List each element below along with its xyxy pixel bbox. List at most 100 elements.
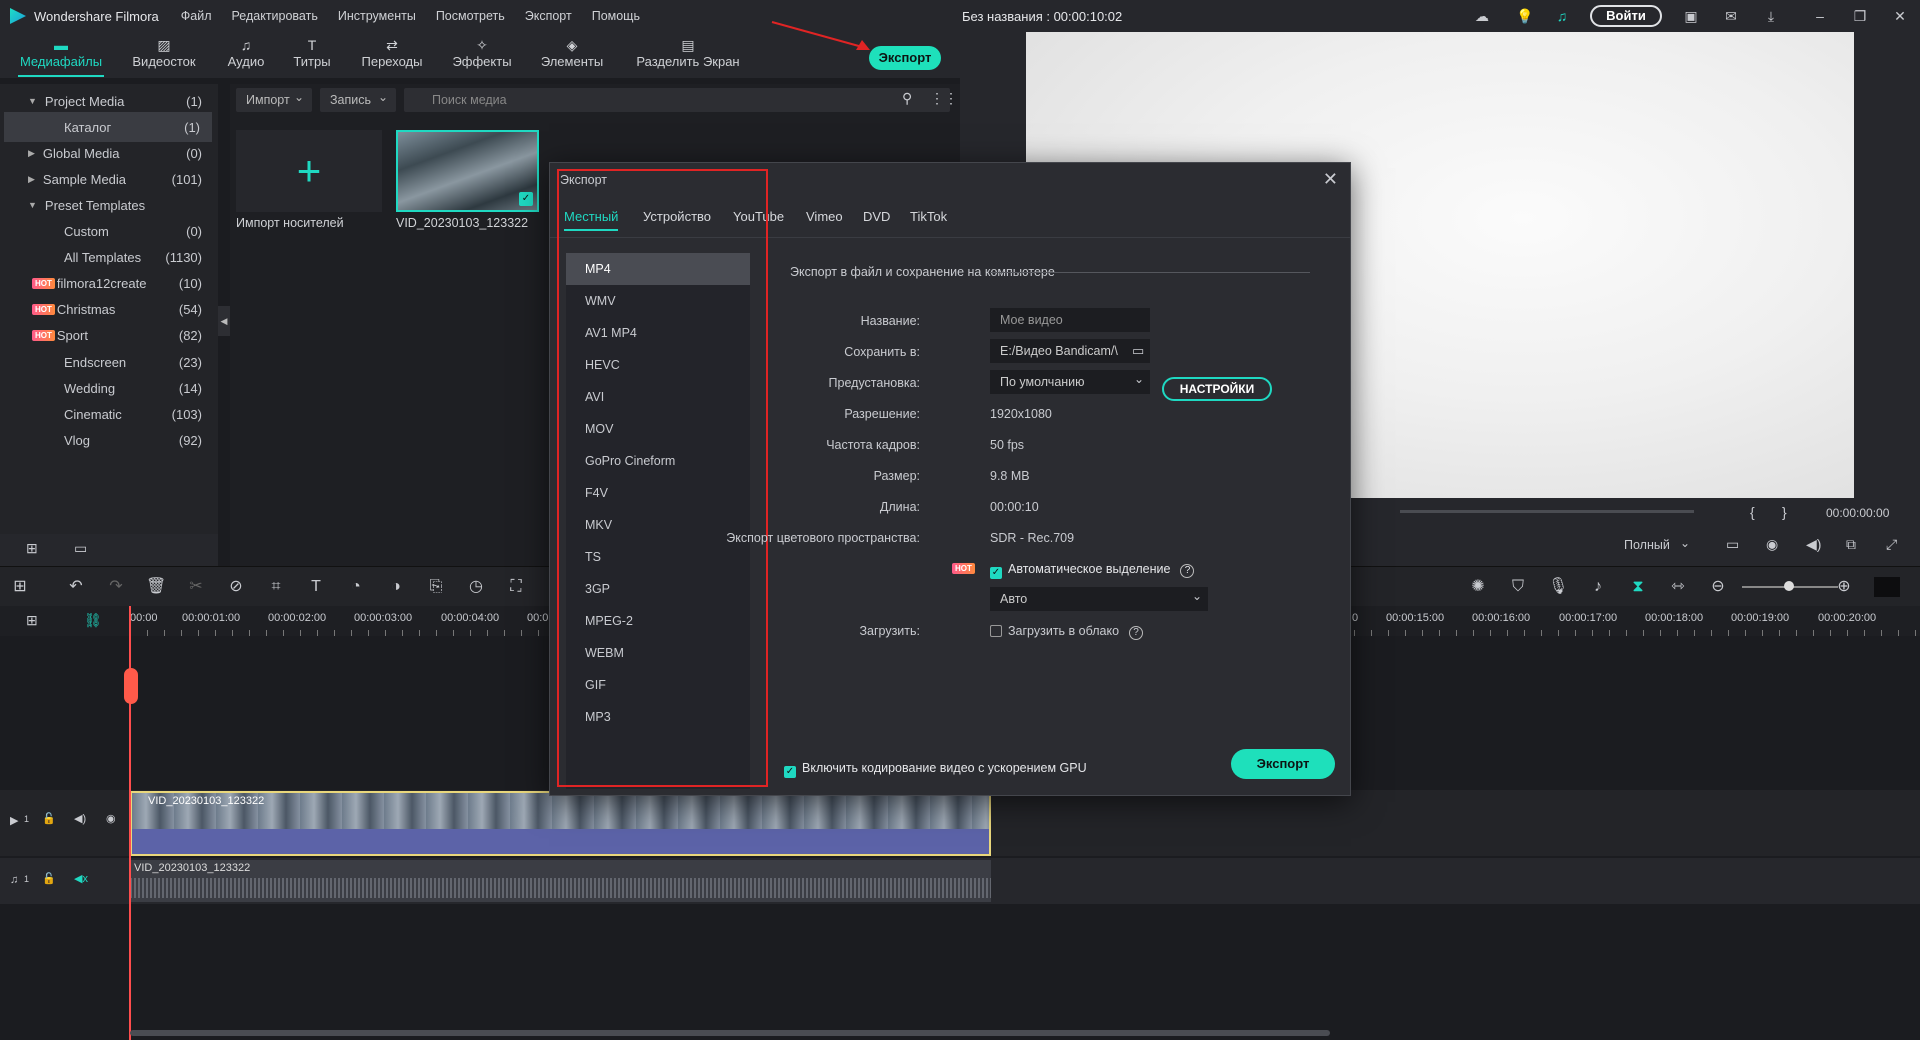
record-dropdown[interactable]: Запись xyxy=(320,85,396,112)
speed-icon[interactable]: ◔ xyxy=(346,577,366,597)
delete-icon[interactable]: 🗑 xyxy=(146,577,166,597)
filter-icon[interactable]: ⚲ xyxy=(902,90,912,107)
restore-icon[interactable]: ❐ xyxy=(1852,8,1868,24)
dialog-export-button[interactable]: Экспорт xyxy=(1231,749,1335,779)
add-track-icon[interactable]: ⊞ xyxy=(26,612,38,629)
tab-effects[interactable]: ✧ Эффекты xyxy=(452,36,512,69)
auto-dropdown[interactable]: Авто xyxy=(990,587,1208,611)
login-button[interactable]: Войти xyxy=(1590,5,1662,27)
quality-dropdown[interactable]: Полный xyxy=(1624,538,1670,552)
crop-icon[interactable]: ⌗ xyxy=(266,577,286,597)
sidebar-item[interactable]: Vlog (92) xyxy=(0,425,214,455)
folder-browse-icon[interactable]: ▭ xyxy=(1132,343,1144,359)
minimize-icon[interactable]: – xyxy=(1812,8,1828,24)
name-input[interactable]: Мое видео xyxy=(990,308,1150,332)
fit-icon[interactable]: ⛶ xyxy=(506,577,526,597)
import-dropdown[interactable]: Импорт xyxy=(236,85,312,112)
stabilize-icon[interactable]: ⎘ xyxy=(426,577,446,597)
tab-vimeo[interactable]: Vimeo xyxy=(806,209,843,224)
tag-icon[interactable]: ⊘ xyxy=(226,577,246,597)
link-icon[interactable]: ⛓ xyxy=(84,612,102,629)
search-input[interactable]: Поиск медиа xyxy=(404,88,950,112)
tab-transitions[interactable]: ⇄ Переходы xyxy=(360,36,424,69)
collapse-panel-button[interactable]: ◀ xyxy=(218,306,230,336)
mark-out-icon[interactable]: } xyxy=(1782,504,1787,520)
zoom-slider-handle[interactable] xyxy=(1784,581,1794,591)
tab-split-screen[interactable]: ▤ Разделить Экран xyxy=(636,36,740,69)
playhead-handle[interactable] xyxy=(124,668,138,704)
folder-icon[interactable]: ▭ xyxy=(74,540,87,557)
fit-timeline-icon[interactable]: ⇿ xyxy=(1668,577,1688,597)
save-icon[interactable]: ▣ xyxy=(1683,8,1699,24)
undo-icon[interactable]: ↶ xyxy=(66,577,86,597)
preview-progress-bar[interactable] xyxy=(1400,510,1694,513)
sidebar-item-count: (14) xyxy=(178,380,202,396)
speaker-icon[interactable]: ◀) xyxy=(74,812,86,825)
tab-audio[interactable]: ♫ Аудио xyxy=(224,36,268,69)
grid-view-icon[interactable]: ⋮⋮ xyxy=(930,90,958,107)
pip-icon[interactable]: ⧉ xyxy=(1846,536,1856,553)
export-button[interactable]: Экспорт xyxy=(869,46,941,70)
mail-icon[interactable]: ✉ xyxy=(1723,8,1739,24)
tab-elements[interactable]: ◈ Элементы xyxy=(540,36,604,69)
menu-tools[interactable]: Инструменты xyxy=(338,9,416,23)
fullscreen-icon[interactable]: ⤢ xyxy=(1886,536,1897,553)
menu-view[interactable]: Посмотреть xyxy=(436,9,505,23)
menu-help[interactable]: Помощь xyxy=(592,9,640,23)
close-icon[interactable]: ✕ xyxy=(1323,169,1338,190)
new-folder-icon[interactable]: ⊞ xyxy=(26,540,38,557)
cut-icon[interactable]: ✂ xyxy=(186,577,206,597)
tab-dvd[interactable]: DVD xyxy=(863,209,890,224)
text-add-icon[interactable]: T xyxy=(306,577,326,597)
tab-titles[interactable]: T Титры xyxy=(292,36,332,69)
timer-icon[interactable]: ◷ xyxy=(466,577,486,597)
mute-icon[interactable]: ◀x xyxy=(74,872,88,885)
eye-icon[interactable]: ◉ xyxy=(106,812,116,825)
snap-icon[interactable]: ⧗ xyxy=(1628,577,1648,597)
tab-media[interactable]: ▬ Медиафайлы xyxy=(18,36,104,77)
volume-icon[interactable]: ◀) xyxy=(1806,536,1821,553)
chevron-right-icon[interactable]: ▶ xyxy=(28,148,35,159)
track-toggle[interactable] xyxy=(1874,577,1900,597)
gpu-checkbox[interactable]: ✓ xyxy=(784,766,796,778)
zoom-in-icon[interactable]: ⊕ xyxy=(1834,577,1854,597)
color-icon[interactable]: ◑ xyxy=(386,577,406,597)
menu-edit[interactable]: Редактировать xyxy=(232,9,318,23)
render-icon[interactable]: ✺ xyxy=(1468,577,1488,597)
help-icon[interactable]: ? xyxy=(1180,564,1195,578)
upload-cloud-checkbox[interactable] xyxy=(990,625,1002,637)
cloud-icon[interactable]: ☁ xyxy=(1474,8,1490,24)
snapshot-icon[interactable]: ◉ xyxy=(1766,536,1778,553)
chevron-right-icon[interactable]: ▶ xyxy=(28,174,35,185)
download-icon[interactable]: ⤓ xyxy=(1763,8,1779,24)
lock-icon[interactable]: 🔓 xyxy=(42,812,56,825)
mark-in-icon[interactable]: { xyxy=(1750,504,1755,520)
menu-export[interactable]: Экспорт xyxy=(525,9,572,23)
video-clip[interactable]: VID_20230103_123322 xyxy=(130,791,991,856)
lock-icon[interactable]: 🔓 xyxy=(42,872,56,885)
monitor-icon[interactable]: ▭ xyxy=(1726,536,1739,553)
close-window-icon[interactable]: ✕ xyxy=(1892,8,1908,24)
headset-icon[interactable]: ♫ xyxy=(1554,8,1570,24)
audio-clip[interactable]: VID_20230103_123322 xyxy=(130,860,991,902)
timeline-scrollbar[interactable] xyxy=(130,1030,1330,1036)
tab-tiktok[interactable]: TikTok xyxy=(910,209,947,224)
preset-dropdown[interactable]: По умолчанию xyxy=(990,370,1150,394)
redo-icon[interactable]: ↷ xyxy=(106,577,126,597)
chevron-down-icon[interactable]: ▼ xyxy=(28,200,37,210)
import-media-tile[interactable]: + xyxy=(236,130,382,212)
audio-mix-icon[interactable]: ♪ xyxy=(1588,577,1608,597)
auto-highlight-checkbox[interactable]: ✓ xyxy=(990,567,1002,579)
chevron-down-icon[interactable]: ▼ xyxy=(28,96,37,106)
menu-file[interactable]: Файл xyxy=(181,9,212,23)
bulb-icon[interactable]: 💡 xyxy=(1516,8,1533,24)
settings-button[interactable]: НАСТРОЙКИ xyxy=(1162,377,1272,401)
mic-icon[interactable]: 🎙 xyxy=(1548,577,1568,597)
tab-stock-video[interactable]: ▨ Видеосток xyxy=(130,36,198,69)
zoom-out-icon[interactable]: ⊖ xyxy=(1708,577,1728,597)
layout-icon[interactable]: ⊞ xyxy=(10,577,30,597)
media-thumbnail[interactable]: ✓ xyxy=(396,130,539,212)
help-icon[interactable]: ? xyxy=(1129,626,1144,640)
shield-icon[interactable]: ⛉ xyxy=(1508,577,1528,597)
save-path-input[interactable]: E:/Видео Bandicam/\ xyxy=(990,339,1150,363)
